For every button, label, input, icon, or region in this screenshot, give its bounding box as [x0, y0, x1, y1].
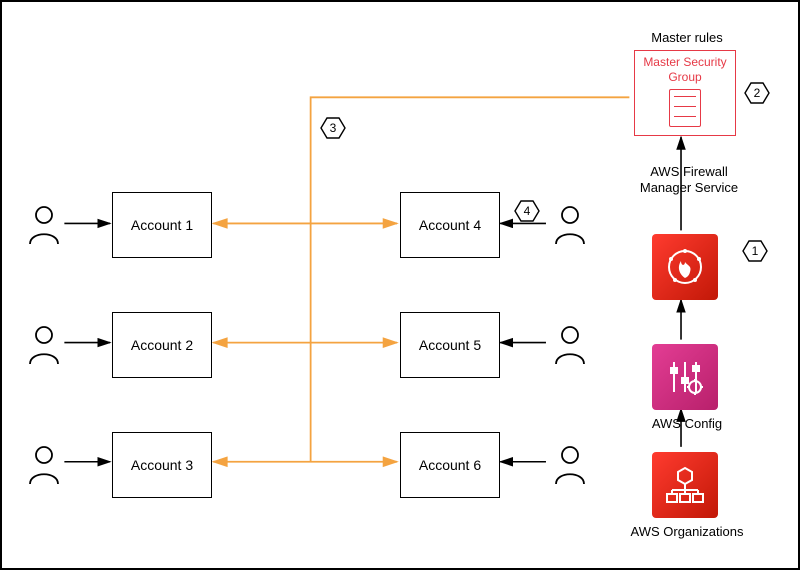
user-icon [552, 204, 588, 246]
callout-num: 3 [330, 121, 337, 135]
account-label: Account 6 [419, 457, 481, 473]
user-icon [26, 444, 62, 486]
firewall-manager-icon [652, 234, 718, 300]
master-security-group-box: Master Security Group [634, 50, 736, 136]
aws-organizations-label: AWS Organizations [622, 524, 752, 540]
aws-config-label: AWS Config [642, 416, 732, 432]
account-4-box: Account 4 [400, 192, 500, 258]
rules-list-icon [669, 89, 701, 127]
callout-num: 2 [754, 86, 761, 100]
user-icon [552, 444, 588, 486]
account-label: Account 2 [131, 337, 193, 353]
account-1-box: Account 1 [112, 192, 212, 258]
fms-label: AWS Firewall Manager Service [634, 164, 744, 195]
callout-4: 4 [514, 200, 540, 222]
master-security-group-title: Master Security Group [635, 51, 735, 85]
aws-organizations-icon [652, 452, 718, 518]
master-rules-label: Master rules [642, 30, 732, 46]
aws-config-icon [652, 344, 718, 410]
user-icon [26, 204, 62, 246]
account-label: Account 3 [131, 457, 193, 473]
account-6-box: Account 6 [400, 432, 500, 498]
user-icon [552, 324, 588, 366]
user-icon [26, 324, 62, 366]
account-3-box: Account 3 [112, 432, 212, 498]
callout-2: 2 [744, 82, 770, 104]
callout-num: 1 [752, 244, 759, 258]
callout-1: 1 [742, 240, 768, 262]
diagram-canvas: Account 1 Account 2 Account 3 Account 4 … [0, 0, 800, 570]
account-2-box: Account 2 [112, 312, 212, 378]
account-label: Account 5 [419, 337, 481, 353]
account-label: Account 4 [419, 217, 481, 233]
callout-3: 3 [320, 117, 346, 139]
account-5-box: Account 5 [400, 312, 500, 378]
callout-num: 4 [524, 204, 531, 218]
account-label: Account 1 [131, 217, 193, 233]
